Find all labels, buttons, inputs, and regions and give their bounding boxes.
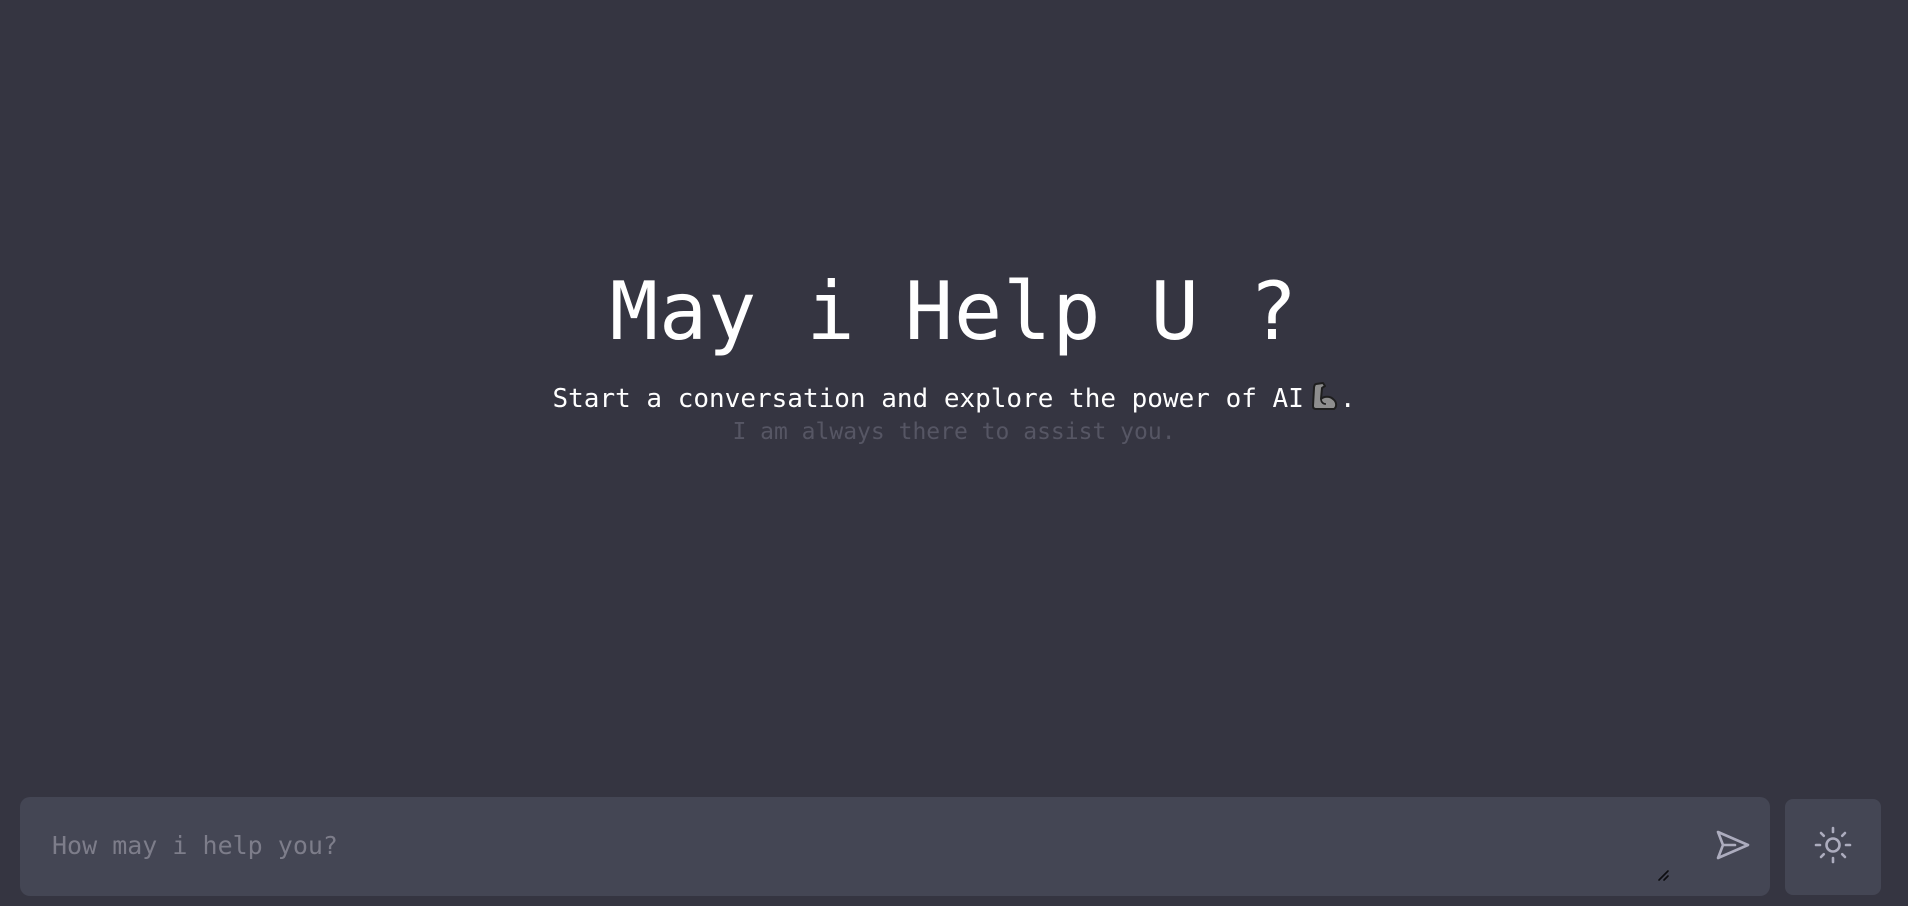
send-icon (1715, 829, 1751, 865)
message-composer (20, 797, 1770, 896)
page-title: May i Help U ? (609, 265, 1299, 358)
chat-page: May i Help U ? Start a conversation and … (0, 0, 1908, 906)
flexed-biceps-icon (1310, 380, 1340, 412)
theme-toggle-button[interactable] (1785, 799, 1881, 895)
subtitle-end: . (1339, 384, 1356, 414)
welcome-hint: I am always there to assist you. (732, 419, 1176, 445)
subtitle-text: Start a conversation and explore the pow… (552, 384, 1304, 414)
send-button[interactable] (1710, 824, 1756, 870)
prompt-input[interactable] (20, 797, 1680, 896)
resize-handle-icon[interactable] (1656, 867, 1670, 881)
sun-icon (1813, 825, 1853, 869)
welcome-subtitle: Start a conversation and explore the pow… (0, 380, 1908, 417)
